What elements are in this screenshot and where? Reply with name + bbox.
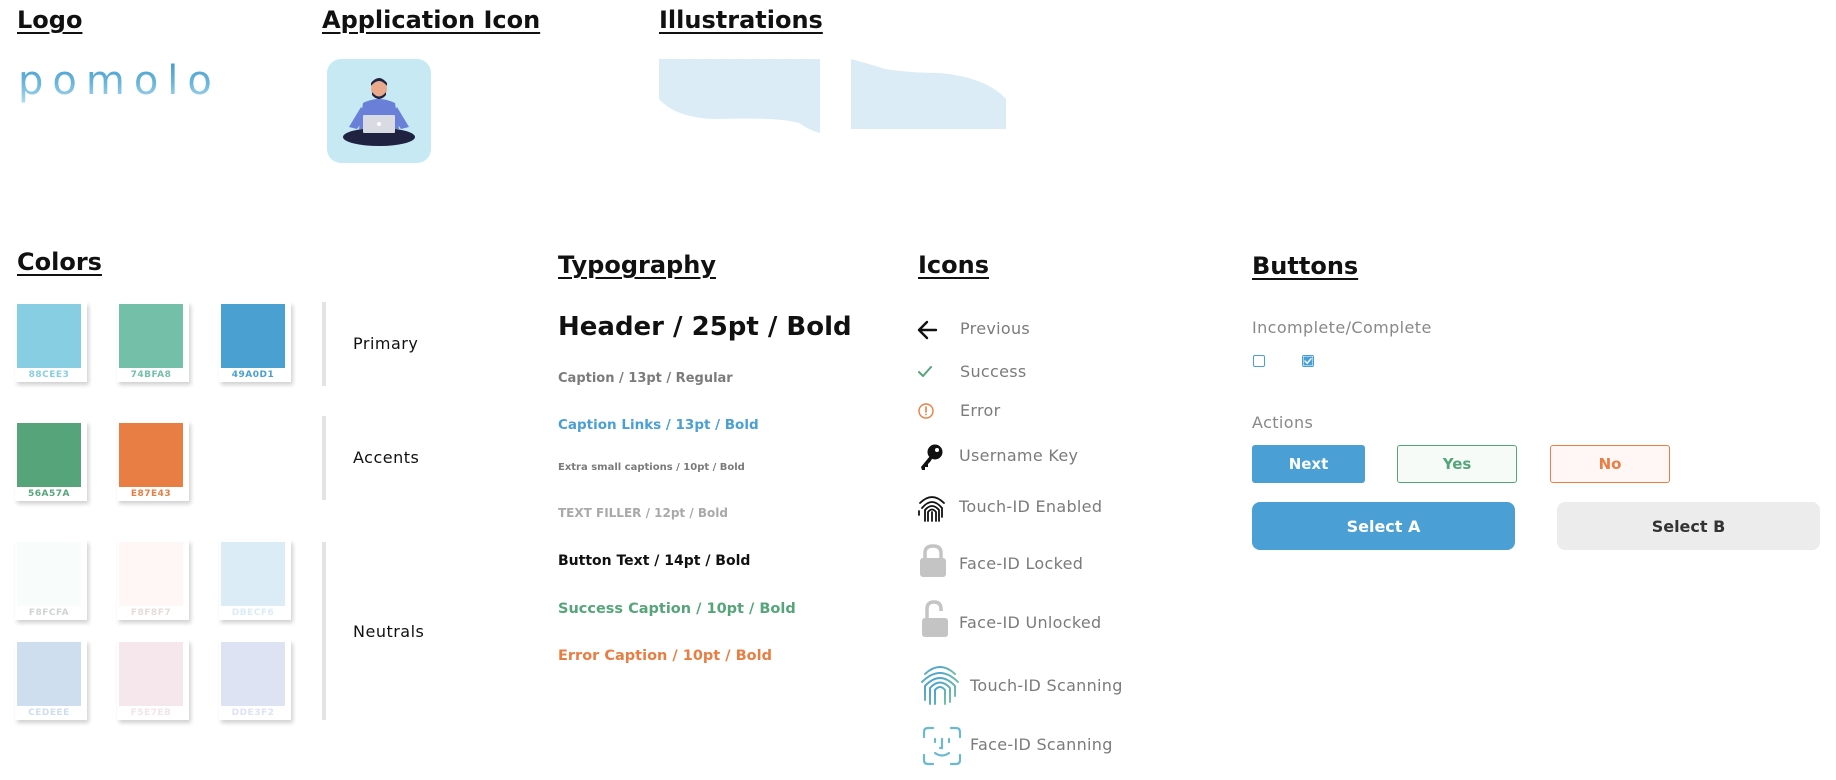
icon-label-error: Error <box>960 401 1001 420</box>
color-swatch-neutral-2: F8F8F7 <box>117 540 189 620</box>
typography-text-filler-sample: TEXT FILLER / 12pt / Bold <box>558 506 728 520</box>
color-swatch-neutral-1: F8FCFA <box>15 540 87 620</box>
swatch-color <box>119 304 183 368</box>
swatch-hex: 49A0D1 <box>231 370 275 380</box>
color-swatch-neutral-3: DBECF6 <box>219 540 291 620</box>
typography-extra-small-sample: Extra small captions / 10pt / Bold <box>558 462 745 473</box>
no-button[interactable]: No <box>1550 445 1670 483</box>
color-swatch-neutral-6: DDE3F2 <box>219 640 291 720</box>
checkbox-check-icon <box>1303 356 1313 366</box>
swatch-color <box>221 642 285 706</box>
yes-button[interactable]: Yes <box>1397 445 1517 483</box>
swatch-hex: F5E7EB <box>130 708 172 718</box>
swatch-color <box>119 542 183 606</box>
colors-section-title: Colors <box>17 248 102 276</box>
neutrals-group-label: Neutrals <box>353 622 425 641</box>
logo-section-title: Logo <box>17 6 83 34</box>
accents-group-divider <box>322 416 326 500</box>
swatch-hex: DBECF6 <box>231 608 275 618</box>
primary-group-label: Primary <box>353 334 419 353</box>
color-swatch-neutral-5: F5E7EB <box>117 640 189 720</box>
icon-label-success: Success <box>960 362 1027 381</box>
buttons-section-title: Buttons <box>1252 252 1359 280</box>
primary-group-divider <box>322 302 326 386</box>
swatch-hex: CEDEEE <box>28 708 70 718</box>
swatch-color <box>221 542 285 606</box>
color-swatch-accent-2: E87E43 <box>117 421 189 501</box>
typography-error-caption-sample: Error Caption / 10pt / Bold <box>558 648 772 664</box>
face-id-scanning-icon <box>922 726 962 766</box>
icon-label-face-id-unlocked: Face-ID Unlocked <box>959 613 1102 632</box>
icon-label-face-id-locked: Face-ID Locked <box>959 554 1084 573</box>
select-a-button[interactable]: Select A <box>1252 502 1515 550</box>
neutrals-group-divider <box>322 542 326 720</box>
arrow-left-icon <box>917 320 938 340</box>
swatch-color <box>221 304 285 368</box>
icon-label-face-id-scanning: Face-ID Scanning <box>970 735 1113 754</box>
key-icon <box>921 444 943 470</box>
icon-label-previous: Previous <box>960 319 1031 338</box>
typography-success-caption-sample: Success Caption / 10pt / Bold <box>558 601 796 617</box>
icons-section-title: Icons <box>918 251 990 279</box>
typography-button-text-sample: Button Text / 14pt / Bold <box>558 553 751 569</box>
color-swatch-primary-1: 88CEE3 <box>15 302 87 382</box>
swatch-hex: E87E43 <box>130 489 172 499</box>
actions-label: Actions <box>1252 413 1314 432</box>
icon-label-username-key: Username Key <box>959 446 1079 465</box>
swatch-color <box>119 423 183 487</box>
application-icon <box>327 59 431 163</box>
incomplete-complete-label: Incomplete/Complete <box>1252 318 1432 337</box>
swatch-hex: F8F8F7 <box>130 608 172 618</box>
color-swatch-neutral-4: CEDEEE <box>15 640 87 720</box>
swatch-hex: 88CEE3 <box>28 370 70 380</box>
swatch-color <box>17 423 81 487</box>
swatch-hex: DDE3F2 <box>231 708 275 718</box>
swatch-color <box>17 642 81 706</box>
checkmark-icon <box>918 366 932 377</box>
next-button[interactable]: Next <box>1252 445 1365 483</box>
app-icon-section-title: Application Icon <box>322 6 541 34</box>
accents-group-label: Accents <box>353 448 420 467</box>
color-swatch-accent-1: 56A57A <box>15 421 87 501</box>
illustration-shape-2 <box>851 59 1006 129</box>
person-with-laptop-icon <box>343 78 415 146</box>
typography-caption-sample: Caption / 13pt / Regular <box>558 371 733 386</box>
swatch-color <box>119 642 183 706</box>
swatch-color <box>17 304 81 368</box>
icon-label-touch-id-scanning: Touch-ID Scanning <box>970 676 1123 695</box>
fingerprint-scanning-icon <box>921 666 959 705</box>
select-b-button[interactable]: Select B <box>1557 502 1820 550</box>
illustration-shapes <box>659 59 1006 133</box>
color-swatch-primary-3: 49A0D1 <box>219 302 291 382</box>
typography-caption-links-sample: Caption Links / 13pt / Bold <box>558 417 759 433</box>
swatch-color <box>17 542 81 606</box>
icon-label-touch-id-enabled: Touch-ID Enabled <box>959 497 1103 516</box>
swatch-hex: 74BFA8 <box>130 370 172 380</box>
fingerprint-icon <box>918 496 945 522</box>
swatch-hex: 56A57A <box>28 489 70 499</box>
pomolo-logo: pomolo <box>18 58 221 104</box>
swatch-hex: F8FCFA <box>28 608 70 618</box>
lock-closed-icon <box>920 544 946 577</box>
illustrations-section-title: Illustrations <box>659 6 823 34</box>
illustration-shape-1 <box>659 59 820 133</box>
error-circle-icon <box>918 403 934 419</box>
color-swatch-primary-2: 74BFA8 <box>117 302 189 382</box>
checkbox-incomplete[interactable] <box>1253 355 1265 367</box>
typography-header-sample: Header / 25pt / Bold <box>558 312 852 342</box>
checkbox-complete[interactable] <box>1302 355 1314 367</box>
lock-open-icon <box>922 600 948 637</box>
typography-section-title: Typography <box>558 251 716 279</box>
